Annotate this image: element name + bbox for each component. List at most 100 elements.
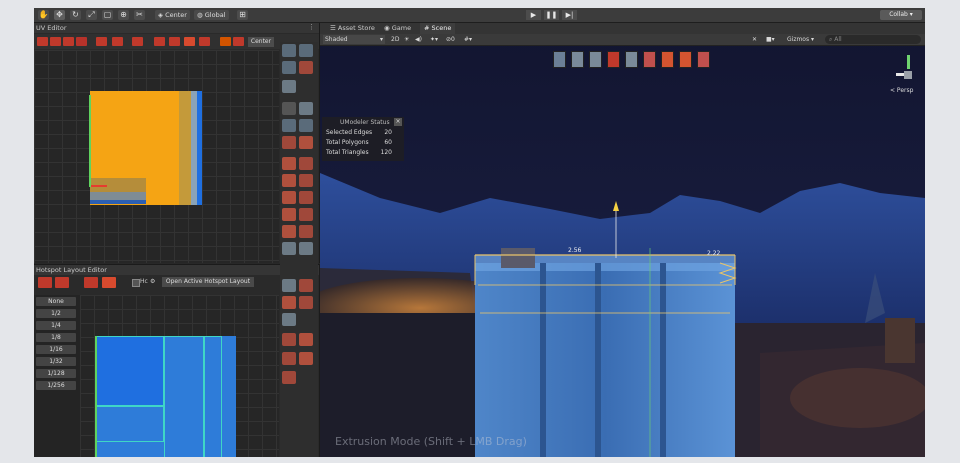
tool-stair-icon[interactable]: [282, 225, 296, 238]
tool-slope-icon[interactable]: [282, 296, 296, 309]
gizmos-dropdown[interactable]: Gizmos ▾: [787, 35, 814, 44]
hotspot-scale-icon[interactable]: [84, 277, 98, 288]
uv-gizmo-y-icon[interactable]: [89, 95, 91, 187]
uv-arrow-down-icon[interactable]: [199, 37, 210, 46]
tool-brush-icon[interactable]: [282, 313, 296, 326]
tool-cube-icon[interactable]: [282, 44, 296, 57]
size-button[interactable]: 1/8: [36, 333, 76, 342]
tool-weld-icon[interactable]: [299, 191, 313, 204]
tools-icon[interactable]: ✕: [752, 35, 757, 44]
tool-ramp-icon[interactable]: [282, 333, 296, 346]
orientation-gizmo[interactable]: < Persp: [890, 53, 922, 97]
settings-icon[interactable]: ⚙: [150, 278, 155, 285]
tool-bar-icon[interactable]: [282, 242, 296, 255]
tool-diamond-icon[interactable]: [282, 80, 296, 93]
play-button[interactable]: ▶: [526, 10, 541, 20]
uv-island-strip-3[interactable]: [197, 91, 202, 205]
step-button[interactable]: ▶|: [562, 10, 577, 20]
strip-cube4-icon[interactable]: [625, 51, 638, 68]
uv-gear-icon[interactable]: [220, 37, 231, 46]
strip-red-cube-icon[interactable]: [607, 51, 620, 68]
tool-cut-icon[interactable]: [282, 174, 296, 187]
strip-gear-icon[interactable]: [661, 51, 674, 68]
tool-grid-icon[interactable]: [299, 208, 313, 221]
perspective-label[interactable]: < Persp: [890, 87, 913, 94]
effects-dropdown-icon[interactable]: ✦▾: [430, 35, 438, 44]
uv-circle-icon[interactable]: [96, 37, 107, 46]
strip-refresh-icon[interactable]: [697, 51, 710, 68]
shading-mode-dropdown[interactable]: Shaded ▾: [323, 35, 385, 44]
uv-edge-icon[interactable]: [50, 37, 61, 46]
hotspot-region-a[interactable]: [96, 336, 164, 406]
hotspot-region-c[interactable]: [204, 336, 222, 457]
custom-tool-icon[interactable]: ✂: [134, 10, 145, 20]
tab-asset-store[interactable]: ☰ Asset Store: [326, 23, 379, 34]
pivot-toggle-button[interactable]: ◈ Center: [155, 10, 190, 20]
tool-split-icon[interactable]: [282, 208, 296, 221]
strip-sphere-icon[interactable]: [643, 51, 656, 68]
size-button[interactable]: 1/4: [36, 321, 76, 330]
grid-toggle-icon[interactable]: #▾: [464, 35, 472, 44]
hc-checkbox[interactable]: [132, 279, 140, 287]
uv-island-small-2[interactable]: [90, 192, 146, 200]
tool-select-icon[interactable]: [282, 102, 296, 115]
close-icon[interactable]: ×: [394, 118, 402, 126]
tool-column-icon[interactable]: [299, 242, 313, 255]
tool-edge-icon[interactable]: [282, 119, 296, 132]
scale-tool-icon[interactable]: ⤢: [86, 10, 97, 20]
tool-plane-icon[interactable]: [282, 61, 296, 74]
scene-search-input[interactable]: ⌕ All: [825, 35, 921, 44]
hotspot-move-icon[interactable]: [38, 277, 52, 288]
scene-view[interactable]: ☰ Asset Store ◉ Game # Scene Shaded ▾ 2D …: [320, 23, 925, 457]
tool-unwrap-icon[interactable]: [299, 279, 313, 292]
strip-settings-icon[interactable]: [679, 51, 692, 68]
rect-tool-icon[interactable]: ▢: [102, 10, 113, 20]
tool-face-icon[interactable]: [299, 119, 313, 132]
tool-slice-icon[interactable]: [299, 174, 313, 187]
size-button[interactable]: 1/2: [36, 309, 76, 318]
gizmo-center-icon[interactable]: [904, 71, 912, 79]
uv-center-button[interactable]: Center: [248, 37, 274, 47]
tool-extrude-icon[interactable]: [282, 136, 296, 149]
panel-menu-icon[interactable]: ⋮: [308, 23, 315, 31]
hidden-objects-icon[interactable]: ⊘0: [446, 35, 455, 44]
snap-grid-icon[interactable]: ⊞: [237, 10, 248, 20]
tab-game[interactable]: ◉ Game: [380, 23, 415, 34]
strip-cube3-icon[interactable]: [589, 51, 602, 68]
tool-pyramid-icon[interactable]: [299, 61, 313, 74]
tool-pillar-icon[interactable]: [299, 352, 313, 365]
tool-loop-icon[interactable]: [299, 225, 313, 238]
rotate-tool-icon[interactable]: ↻: [70, 10, 81, 20]
strip-cube-icon[interactable]: [553, 51, 566, 68]
move-tool-icon[interactable]: ✥: [54, 10, 65, 20]
hotspot-arrow-icon[interactable]: [102, 277, 116, 288]
hotspot-canvas[interactable]: [80, 295, 279, 457]
tool-bridge-icon[interactable]: [282, 191, 296, 204]
uv-triangle-icon[interactable]: [169, 37, 180, 46]
tool-chamfer-icon[interactable]: [299, 157, 313, 170]
uv-move-icon[interactable]: [132, 37, 143, 46]
lighting-toggle-icon[interactable]: ☀: [404, 35, 409, 44]
size-button[interactable]: 1/32: [36, 357, 76, 366]
tool-bevel-icon[interactable]: [299, 136, 313, 149]
tool-wedge-icon[interactable]: [299, 296, 313, 309]
uv-face-icon[interactable]: [63, 37, 74, 46]
uv-select-icon[interactable]: [76, 37, 87, 46]
strip-cube2-icon[interactable]: [571, 51, 584, 68]
uv-island-strip-1[interactable]: [179, 91, 191, 205]
uv-scale-icon[interactable]: [154, 37, 165, 46]
uv-arrow-left-icon[interactable]: [184, 37, 195, 46]
tool-arch-icon[interactable]: [282, 352, 296, 365]
tool-frame-icon[interactable]: [282, 371, 296, 384]
size-button[interactable]: None: [36, 297, 76, 306]
uv-vertex-icon[interactable]: [37, 37, 48, 46]
tool-uv-icon[interactable]: [282, 279, 296, 292]
size-button[interactable]: 1/256: [36, 381, 76, 390]
tool-target-icon[interactable]: [282, 157, 296, 170]
camera-dropdown-icon[interactable]: ■▾: [766, 35, 775, 44]
size-button[interactable]: 1/16: [36, 345, 76, 354]
view-2d-toggle[interactable]: 2D: [391, 35, 399, 44]
hand-tool-icon[interactable]: ✋: [38, 10, 49, 20]
tab-scene[interactable]: # Scene: [420, 23, 456, 34]
collab-button[interactable]: Collab ▾: [880, 10, 922, 20]
